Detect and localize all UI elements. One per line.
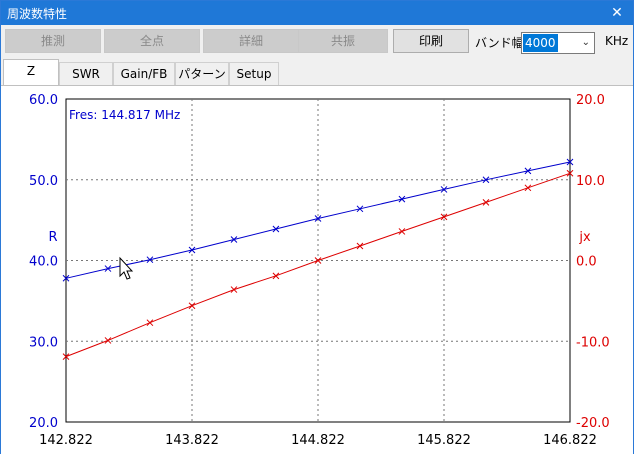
bandwidth-value: 4000 bbox=[523, 34, 558, 52]
y-left-tick-label: 60.0 bbox=[29, 93, 58, 108]
bandwidth-unit: KHz bbox=[605, 34, 629, 48]
reactance-data-point bbox=[146, 319, 154, 327]
window-title: 周波数特性 bbox=[7, 7, 68, 21]
y-right-tick-label: 20.0 bbox=[576, 93, 605, 108]
toolbar: 推測 全点 詳細 共振 印刷 バンド幅 4000 ⌄ KHz bbox=[1, 25, 633, 59]
frequency-response-window: 周波数特性 ✕ 推測 全点 詳細 共振 印刷 バンド幅 4000 ⌄ KHz Z… bbox=[0, 0, 634, 454]
y-right-axis-label: jx bbox=[578, 230, 591, 245]
resonance-frequency-annotation: Fres: 144.817 MHz bbox=[69, 108, 180, 122]
y-left-tick-label: 40.0 bbox=[29, 255, 58, 270]
reactance-data-point bbox=[482, 199, 490, 206]
reactance-data-point bbox=[104, 337, 112, 344]
reactance-data-point bbox=[230, 286, 238, 293]
y-right-tick-label: 0.0 bbox=[576, 255, 597, 270]
impedance-chart: 142.822 143.822 144.822 145.822 146.822 60.0 5… bbox=[29, 93, 610, 448]
reactance-data-point bbox=[398, 228, 406, 235]
x-tick-label: 145.822 bbox=[417, 433, 471, 448]
reactance-data-point bbox=[272, 272, 280, 280]
resistance-data-point bbox=[230, 236, 238, 243]
reactance-data-point bbox=[524, 184, 532, 192]
x-tick-label: 146.822 bbox=[543, 433, 597, 448]
mouse-cursor-icon bbox=[119, 256, 134, 280]
y-left-axis-label: R bbox=[48, 230, 57, 245]
reactance-data-point bbox=[356, 242, 364, 250]
tab-gain-fb[interactable]: Gain/FB bbox=[113, 62, 175, 85]
bandwidth-select[interactable]: 4000 ⌄ bbox=[521, 32, 595, 54]
tab-pattern[interactable]: パターン bbox=[175, 62, 229, 85]
y-right-tick-label: -20.0 bbox=[576, 416, 610, 431]
title-bar[interactable]: 周波数特性 ✕ bbox=[1, 1, 633, 25]
z-plot-area: 142.822 143.822 144.822 145.822 146.822 60.0 5… bbox=[1, 85, 633, 454]
print-button[interactable]: 印刷 bbox=[393, 29, 469, 53]
resonance-button[interactable]: 共振 bbox=[298, 29, 388, 53]
bandwidth-label: バンド幅 bbox=[475, 36, 524, 50]
tab-bar: Z SWR Gain/FB パターン Setup bbox=[1, 59, 633, 85]
close-icon[interactable]: ✕ bbox=[605, 3, 629, 23]
tab-z[interactable]: Z bbox=[3, 59, 59, 85]
y-left-tick-label: 30.0 bbox=[29, 335, 58, 350]
x-tick-label: 144.822 bbox=[291, 433, 345, 448]
x-tick-label: 143.822 bbox=[165, 433, 219, 448]
chevron-down-icon[interactable]: ⌄ bbox=[582, 34, 590, 52]
y-right-tick-label: -10.0 bbox=[576, 335, 610, 350]
estimate-button[interactable]: 推測 bbox=[5, 29, 101, 53]
y-left-tick-label: 50.0 bbox=[29, 174, 58, 189]
tab-setup[interactable]: Setup bbox=[229, 62, 279, 85]
y-left-tick-label: 20.0 bbox=[29, 416, 58, 431]
y-right-tick-label: 10.0 bbox=[576, 174, 605, 189]
reactance-data-point bbox=[188, 302, 196, 310]
tab-swr[interactable]: SWR bbox=[59, 62, 113, 85]
all-points-button[interactable]: 全点 bbox=[104, 29, 200, 53]
details-button[interactable]: 詳細 bbox=[203, 29, 299, 53]
reactance-data-point bbox=[314, 257, 322, 264]
x-tick-label: 142.822 bbox=[39, 433, 93, 448]
